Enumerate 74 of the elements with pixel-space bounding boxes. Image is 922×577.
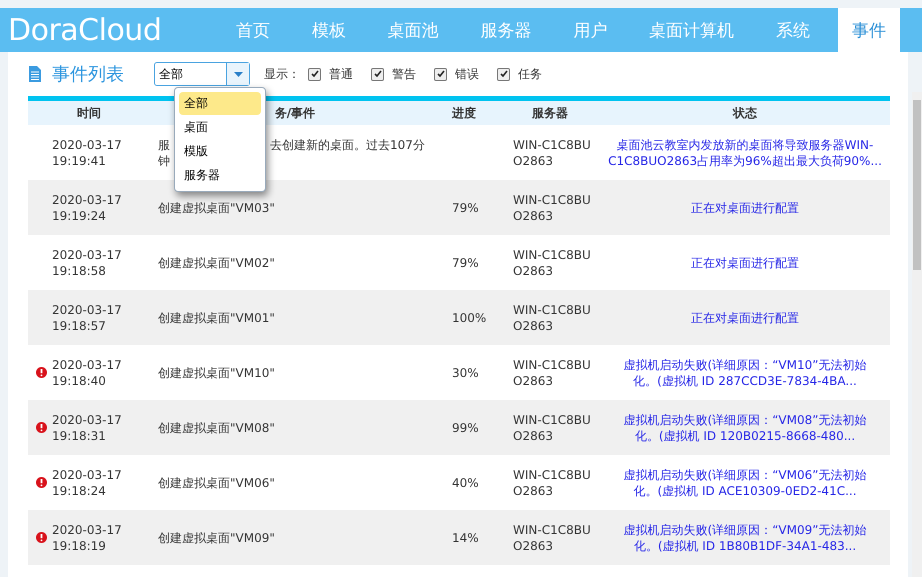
status-link[interactable]: 虚拟机启动失败(详细原因：“VM09”无法初始 化。(虚拟机 ID 1B80B1DF-34A1-483... [600,522,890,554]
status-link[interactable]: 桌面池云教室内发放新的桌面将导致服务器WIN- C1C8BUO2863占用率为96%超出最大负荷90%... [600,136,890,168]
status-link[interactable]: 正在对桌面进行配置 [600,200,890,216]
category-select[interactable]: 全部 [154,62,250,86]
task-cell-text: 创建虚拟桌面"VM03" [157,200,276,216]
time-cell: 2020-03-17 19:18:40 [52,356,122,388]
progress-cell-text: 30% [451,364,480,380]
nav-tab[interactable]: 事件 [838,8,900,52]
server-cell-text: WIN-C1C8BU O2863 [512,522,592,554]
progress-cell-text: 79% [451,254,480,270]
time-cell: 2020-03-17 19:18:58 [52,246,122,278]
server-cell-text: WIN-C1C8BU O2863 [512,412,592,444]
error-icon [36,367,47,378]
menu-option[interactable]: 模版 [179,140,261,163]
page-title: 事件列表 [52,63,124,86]
error-icon [36,477,47,488]
server-cell-text: WIN-C1C8BU O2863 [512,356,592,388]
time-cell: 2020-03-17 19:18:31 [52,412,122,444]
check-icon [310,70,318,78]
error-icon [36,422,47,433]
document-icon [28,65,42,83]
filter-checkbox[interactable]: 错误 [434,66,479,82]
server-cell-text: WIN-C1C8BU O2863 [512,192,592,224]
filter-checkbox[interactable]: 任务 [497,66,542,82]
column-header: 服务器 [530,104,569,122]
check-icon [374,70,382,78]
status-link[interactable]: 虚拟机启动失败(详细原因：“VM10”无法初始 化。(虚拟机 ID 287CCD3E-7834-4BA... [600,356,890,388]
server-cell-text: WIN-C1C8BU O2863 [512,136,592,168]
progress-cell-text: 79% [451,200,480,216]
task-text: 服 [158,136,170,152]
checkbox[interactable] [371,68,384,80]
server-cell-text: WIN-C1C8BU O2863 [512,302,592,334]
logo: DoraCloud [7,12,162,50]
progress-cell-text: 40% [451,474,480,490]
filter-checkbox[interactable]: 警告 [371,66,416,82]
filter-checkbox[interactable]: 普通 [308,66,353,82]
status-link[interactable]: 虚拟机启动失败(详细原因：“VM06”无法初始 化。(虚拟机 ID ACE10309-0ED2-41C... [600,466,890,498]
column-header: 务/事件 [274,104,316,122]
time-cell: 2020-03-17 19:18:19 [52,522,122,554]
server-cell-text: WIN-C1C8BU O2863 [512,246,592,278]
task-cell-text: 创建虚拟桌面"VM02" [157,254,276,270]
task-cell-text: 创建虚拟桌面"VM10" [157,364,276,380]
checkbox[interactable] [434,68,447,80]
checkbox[interactable] [497,68,510,80]
error-icon [36,532,47,543]
menu-option[interactable]: 桌面 [179,116,261,139]
status-link[interactable]: 虚拟机启动失败(详细原因：“VM08”无法初始 化。(虚拟机 ID 120B0215-8668-480... [600,412,890,444]
status-link[interactable]: 正在对桌面进行配置 [600,310,890,326]
task-text: 去创建新的桌面。过去107分 [270,136,425,152]
progress-cell-text: 100% [451,310,488,326]
server-cell-text: WIN-C1C8BU O2863 [512,466,592,498]
menu-option[interactable]: 服务器 [179,164,261,187]
progress-cell-text: 99% [451,420,480,436]
check-icon [436,70,444,78]
scrollbar[interactable] [912,92,922,577]
show-label: 显示： [264,66,300,82]
time-cell: 2020-03-17 19:18:24 [52,466,122,498]
time-cell: 2020-03-17 19:19:24 [52,192,122,224]
task-cell-text: 创建虚拟桌面"VM08" [157,420,276,436]
column-header: 时间 [76,104,102,122]
status-link[interactable]: 正在对桌面进行配置 [600,254,890,270]
time-cell: 2020-03-17 19:19:41 [52,136,122,168]
task-text: 钟 [158,152,170,168]
menu-option[interactable]: 全部 [179,92,261,115]
column-header: 状态 [732,104,758,122]
column-header: 进度 [450,104,477,122]
progress-cell-text: 14% [451,530,480,546]
task-cell-text: 创建虚拟桌面"VM06" [157,474,276,490]
checkbox[interactable] [308,68,321,80]
task-cell-text: 创建虚拟桌面"VM09" [157,530,276,546]
caret-icon [234,72,242,76]
time-cell: 2020-03-17 19:18:57 [52,302,122,334]
check-icon [500,70,508,78]
task-cell-text: 创建虚拟桌面"VM01" [157,310,276,326]
